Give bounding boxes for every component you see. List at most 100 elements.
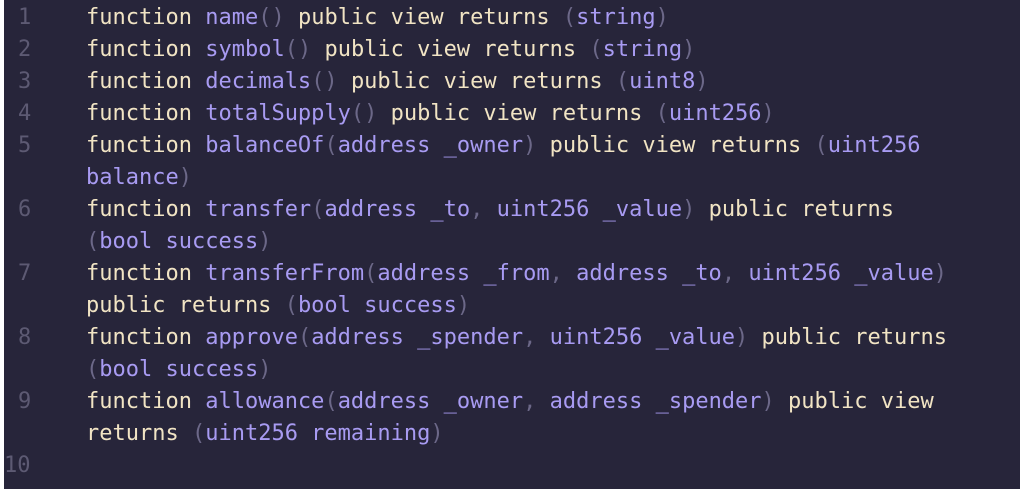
code-text: function transferFrom(address _from, add…: [86, 258, 1020, 322]
code-token: ): [258, 357, 272, 382]
code-token: transfer: [205, 197, 312, 222]
code-token: ): [456, 293, 471, 318]
code-token: public view returns: [297, 5, 563, 30]
line-number: 7: [18, 261, 32, 286]
code-token: uint256 _value: [549, 325, 736, 350]
code-token: function: [86, 69, 206, 94]
code-token: (): [258, 5, 298, 30]
code-row: balance): [86, 162, 1012, 194]
code-token: (: [311, 197, 325, 222]
code-row: public returns (bool success): [86, 290, 1012, 322]
code-token: approve: [205, 325, 298, 350]
code-row: function allowance(address _owner, addre…: [86, 386, 1012, 418]
code-line[interactable]: 8 function approve(address _spender, uint…: [4, 322, 1020, 386]
code-row: (bool success): [86, 354, 1012, 386]
code-token: address _to: [576, 261, 722, 286]
code-token: address _spender: [311, 325, 524, 350]
code-token: ): [682, 37, 696, 62]
code-token: ): [655, 5, 669, 30]
line-number: 6: [18, 197, 32, 222]
code-token: uint256 _value: [748, 261, 934, 286]
code-row: function name() public view returns (str…: [86, 2, 1012, 34]
code-line[interactable]: 3 function decimals() public view returns…: [4, 66, 1020, 98]
code-token: ,: [721, 261, 749, 286]
code-row: function decimals() public view returns …: [86, 66, 1012, 98]
code-token: ): [735, 325, 762, 350]
code-token: (: [814, 133, 828, 158]
code-editor[interactable]: 1 function name() public view returns (st…: [4, 0, 1020, 489]
code-token: (: [284, 293, 298, 318]
code-token: public view returns: [350, 69, 616, 94]
code-token: uint256: [668, 101, 762, 126]
code-line[interactable]: 10: [4, 450, 1020, 482]
code-row: returns (uint256 remaining): [86, 418, 1012, 450]
code-text: function name() public view returns (str…: [86, 2, 1020, 34]
code-token: public view returns: [324, 37, 590, 62]
code-token: ): [695, 69, 709, 94]
code-token: (: [191, 421, 206, 446]
line-number: 5: [18, 133, 32, 158]
code-row: function totalSupply() public view retur…: [86, 98, 1012, 130]
code-text: [86, 450, 1020, 482]
code-token: function: [86, 325, 206, 350]
line-number: 2: [18, 37, 32, 62]
code-row: function approve(address _spender, uint2…: [86, 322, 1012, 354]
code-token: (: [589, 37, 603, 62]
code-text: function totalSupply() public view retur…: [86, 98, 1020, 130]
code-token: ): [523, 133, 550, 158]
code-row: [86, 450, 1012, 482]
code-token: function: [86, 133, 206, 158]
code-token: public view returns: [390, 101, 656, 126]
code-token: function: [86, 101, 206, 126]
code-token: ): [761, 389, 789, 414]
code-line[interactable]: 9 function allowance(address _owner, addr…: [4, 386, 1020, 450]
code-token: symbol: [205, 37, 285, 62]
code-token: (: [297, 325, 312, 350]
code-row: (bool success): [86, 226, 1012, 258]
code-line[interactable]: 1 function name() public view returns (st…: [4, 2, 1020, 34]
code-token: address _to: [324, 197, 471, 222]
code-token: (: [615, 69, 630, 94]
code-token: (): [311, 69, 351, 94]
code-line[interactable]: 2 function symbol() public view returns (…: [4, 34, 1020, 66]
code-token: function: [86, 197, 206, 222]
code-token: ,: [523, 325, 550, 350]
code-token: uint256 _value: [496, 197, 683, 222]
code-token: (: [364, 261, 378, 286]
code-token: uint256: [827, 133, 921, 158]
code-token: (: [86, 357, 100, 382]
code-token: public view: [788, 389, 934, 414]
code-line[interactable]: 6 function transfer(address _to, uint256 …: [4, 194, 1020, 258]
code-token: (): [284, 37, 325, 62]
code-line[interactable]: 4 function totalSupply() public view retu…: [4, 98, 1020, 130]
code-token: address _from: [377, 261, 550, 286]
code-token: public view returns: [549, 133, 815, 158]
code-row: function balanceOf(address _owner) publi…: [86, 130, 1012, 162]
code-token: uint8: [629, 69, 696, 94]
code-token: public returns: [86, 293, 285, 318]
code-token: function: [86, 5, 206, 30]
code-token: ,: [523, 389, 550, 414]
code-token: ): [178, 165, 192, 190]
code-token: public returns: [761, 325, 947, 350]
code-token: name: [205, 5, 259, 30]
code-token: function: [86, 389, 206, 414]
code-token: (: [562, 5, 577, 30]
line-number: 8: [18, 325, 32, 350]
code-token: address _owner: [337, 389, 524, 414]
code-token: (: [324, 133, 338, 158]
code-token: function: [86, 37, 206, 62]
code-token: bool success: [99, 229, 259, 254]
code-token: (): [350, 101, 391, 126]
code-token: function: [86, 261, 206, 286]
line-number: 10: [4, 453, 31, 478]
code-token: string: [576, 5, 656, 30]
code-row: function transfer(address _to, uint256 _…: [86, 194, 1012, 226]
line-number: 4: [18, 101, 32, 126]
code-text: function decimals() public view returns …: [86, 66, 1020, 98]
code-text: function balanceOf(address _owner) publi…: [86, 130, 1020, 194]
code-line[interactable]: 7 function transferFrom(address _from, ad…: [4, 258, 1020, 322]
code-text: function symbol() public view returns (s…: [86, 34, 1020, 66]
code-line[interactable]: 5 function balanceOf(address _owner) publ…: [4, 130, 1020, 194]
code-token: balance: [86, 165, 179, 190]
